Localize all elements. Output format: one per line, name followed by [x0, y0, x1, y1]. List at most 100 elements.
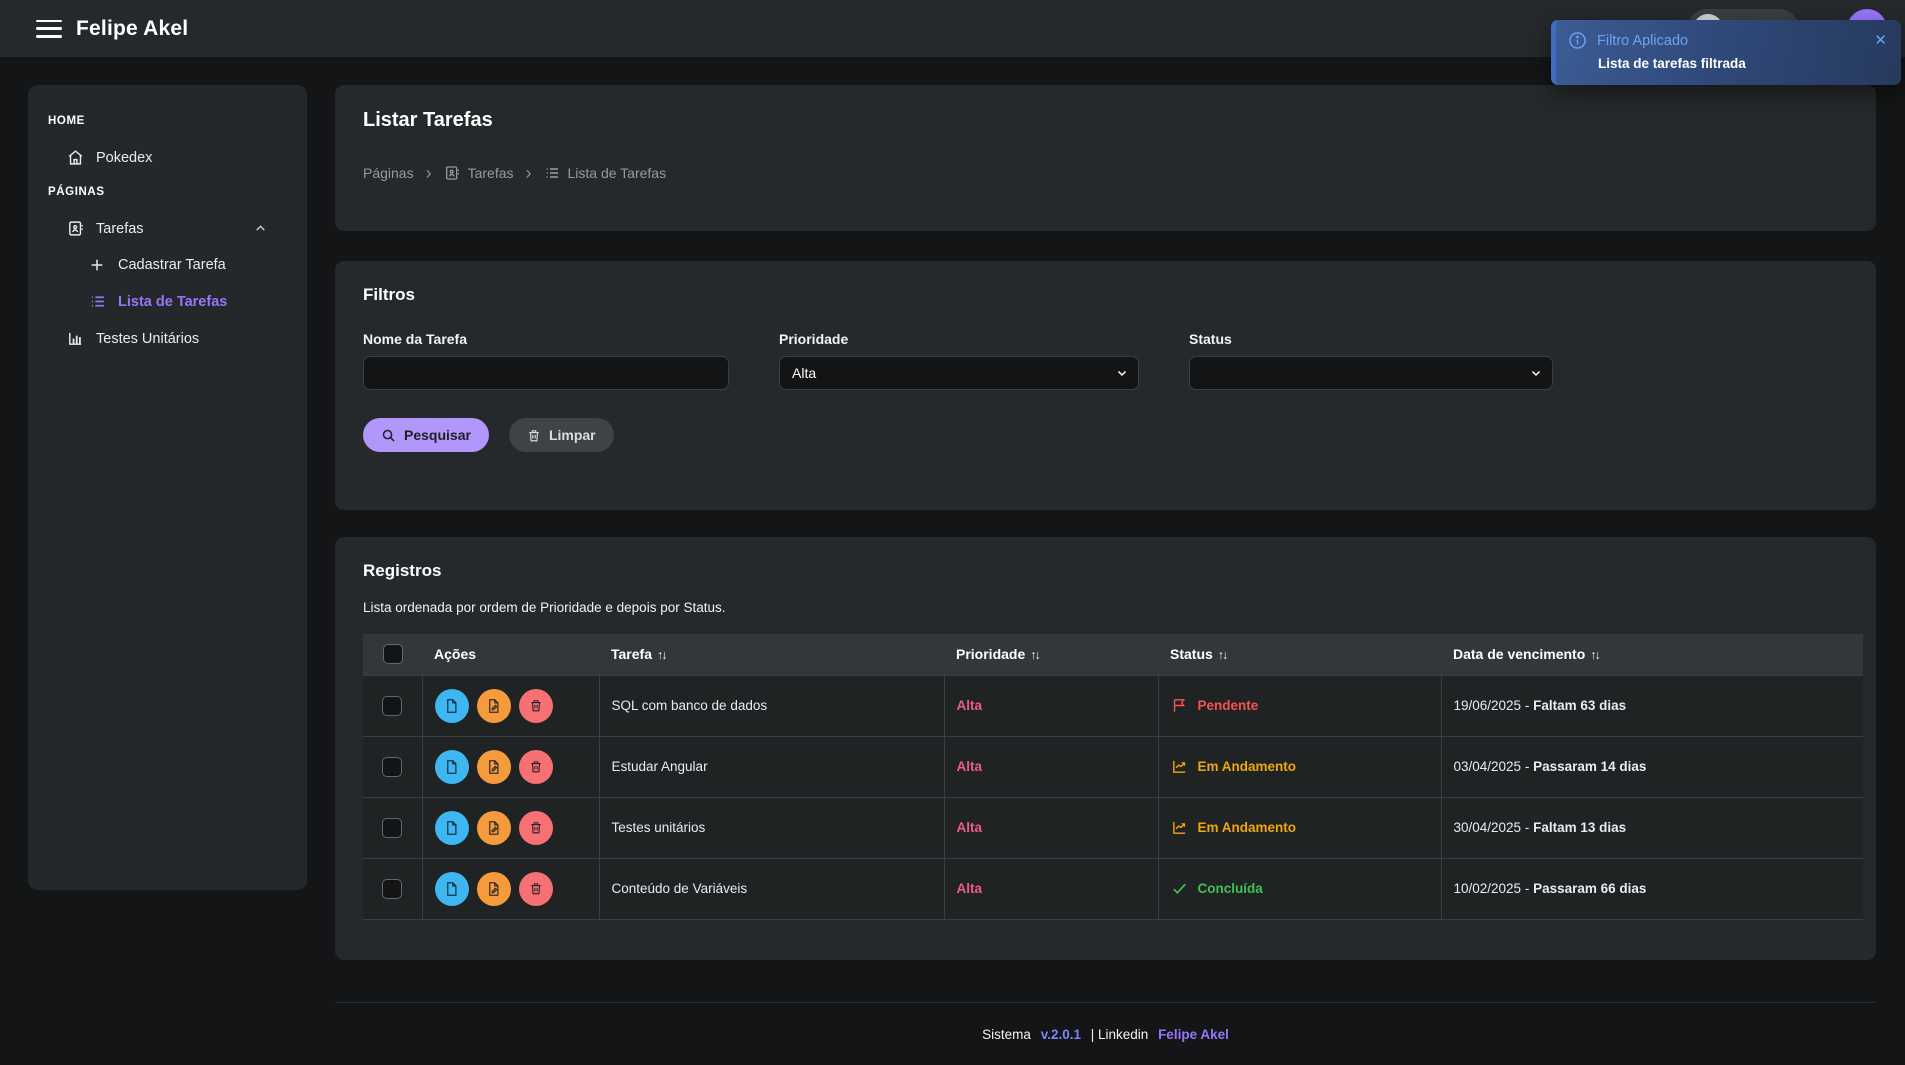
- search-button[interactable]: Pesquisar: [363, 418, 489, 452]
- table-row: SQL com banco de dados Alta Pendente 19/…: [363, 675, 1863, 736]
- file-icon: [444, 759, 459, 775]
- row-checkbox[interactable]: [382, 757, 402, 777]
- task-cell: Testes unitários: [599, 797, 944, 858]
- file-pen-icon: [486, 698, 501, 714]
- check-icon: [1171, 880, 1188, 897]
- view-button[interactable]: [435, 750, 469, 784]
- row-checkbox[interactable]: [382, 879, 402, 899]
- priority-cell: Alta: [944, 858, 1158, 919]
- view-button[interactable]: [435, 872, 469, 906]
- status-cell: Em Andamento: [1171, 758, 1429, 775]
- header-status[interactable]: Status↑↓: [1158, 634, 1441, 675]
- sidebar-item-lista-de-tarefas[interactable]: Lista de Tarefas: [28, 283, 307, 320]
- file-icon: [444, 881, 459, 897]
- sort-icon[interactable]: ↑↓: [657, 648, 666, 662]
- delete-button[interactable]: [519, 811, 553, 845]
- task-name-input[interactable]: [363, 356, 729, 390]
- table-header-row: Ações Tarefa↑↓ Prioridade↑↓ Status↑↓ Dat…: [363, 634, 1863, 675]
- delete-button[interactable]: [519, 689, 553, 723]
- task-name-label: Nome da Tarefa: [363, 331, 729, 347]
- search-icon: [381, 428, 396, 443]
- row-checkbox[interactable]: [382, 696, 402, 716]
- task-cell: SQL com banco de dados: [599, 675, 944, 736]
- status-select[interactable]: [1189, 356, 1553, 390]
- file-icon: [444, 698, 459, 714]
- footer-author-link[interactable]: Felipe Akel: [1158, 1027, 1229, 1042]
- priority-cell: Alta: [944, 797, 1158, 858]
- due-date-cell: 03/04/2025 - Passaram 14 dias: [1441, 736, 1863, 797]
- toast-close-icon[interactable]: ✕: [1874, 33, 1887, 48]
- header-task[interactable]: Tarefa↑↓: [599, 634, 944, 675]
- status-cell: Em Andamento: [1171, 819, 1429, 836]
- hamburger-menu-icon[interactable]: [36, 20, 62, 38]
- breadcrumb-paginas[interactable]: Páginas: [363, 165, 414, 181]
- edit-button[interactable]: [477, 811, 511, 845]
- header-priority[interactable]: Prioridade↑↓: [944, 634, 1158, 675]
- info-icon: [1568, 31, 1587, 50]
- select-all-checkbox[interactable]: [383, 644, 403, 664]
- records-table: Ações Tarefa↑↓ Prioridade↑↓ Status↑↓ Dat…: [363, 634, 1863, 920]
- header-due-date[interactable]: Data de vencimento↑↓: [1441, 634, 1863, 675]
- status-cell: Pendente: [1171, 697, 1429, 714]
- breadcrumb: Páginas › Tarefas › Lista de Tarefas: [363, 164, 1848, 182]
- records-card: Registros Lista ordenada por ordem de Pr…: [335, 537, 1876, 960]
- records-subtitle: Lista ordenada por ordem de Prioridade e…: [363, 600, 1848, 615]
- view-button[interactable]: [435, 811, 469, 845]
- trash-icon: [529, 820, 543, 835]
- task-cell: Estudar Angular: [599, 736, 944, 797]
- chevron-right-icon: ›: [524, 164, 534, 182]
- footer-linkedin-label: | Linkedin: [1091, 1027, 1149, 1042]
- footer: Sistema v.2.0.1 | Linkedin Felipe Akel: [335, 1002, 1876, 1042]
- delete-button[interactable]: [519, 872, 553, 906]
- sidebar-item-testes-unitarios[interactable]: Testes Unitários: [28, 320, 307, 357]
- footer-version: v.2.0.1: [1041, 1027, 1081, 1042]
- records-title: Registros: [363, 561, 1848, 581]
- file-pen-icon: [486, 881, 501, 897]
- table-row: Testes unitários Alta Em Andamento 30/04…: [363, 797, 1863, 858]
- page-header-card: Listar Tarefas Páginas › Tarefas › Lista…: [335, 85, 1876, 231]
- sidebar-item-cadastrar-tarefa[interactable]: Cadastrar Tarefa: [28, 247, 307, 283]
- edit-button[interactable]: [477, 689, 511, 723]
- sidebar-item-pokedex[interactable]: Pokedex: [28, 139, 307, 176]
- breadcrumb-lista-de-tarefas[interactable]: Lista de Tarefas: [544, 165, 667, 181]
- address-book-icon: [444, 165, 460, 181]
- filters-title: Filtros: [363, 285, 1848, 305]
- app-title: Felipe Akel: [76, 17, 188, 41]
- filters-card: Filtros Nome da Tarefa Prioridade Alta: [335, 261, 1876, 510]
- sidebar-item-label: Lista de Tarefas: [118, 294, 227, 310]
- edit-button[interactable]: [477, 872, 511, 906]
- sidebar-item-label: Cadastrar Tarefa: [118, 257, 226, 273]
- edit-button[interactable]: [477, 750, 511, 784]
- address-book-icon: [66, 220, 84, 237]
- search-button-label: Pesquisar: [404, 427, 471, 443]
- plus-icon: [88, 257, 106, 273]
- sort-icon[interactable]: ↑↓: [1590, 648, 1599, 662]
- task-cell: Conteúdo de Variáveis: [599, 858, 944, 919]
- breadcrumb-label: Lista de Tarefas: [568, 165, 667, 181]
- flag-icon: [1171, 697, 1188, 714]
- priority-cell: Alta: [944, 675, 1158, 736]
- breadcrumb-tarefas[interactable]: Tarefas: [444, 165, 514, 181]
- delete-button[interactable]: [519, 750, 553, 784]
- sort-icon[interactable]: ↑↓: [1030, 648, 1039, 662]
- sidebar-section-home: HOME: [28, 105, 307, 139]
- row-checkbox[interactable]: [382, 818, 402, 838]
- list-icon: [88, 293, 106, 310]
- trash-icon: [529, 698, 543, 713]
- view-button[interactable]: [435, 689, 469, 723]
- toast-title: Filtro Aplicado: [1597, 33, 1688, 49]
- home-icon: [66, 149, 84, 166]
- clear-button[interactable]: Limpar: [509, 418, 614, 452]
- sidebar-item-label: Tarefas: [96, 221, 144, 237]
- table-row: Estudar Angular Alta Em Andamento 03/04/…: [363, 736, 1863, 797]
- priority-select[interactable]: Alta: [779, 356, 1139, 390]
- sidebar: HOME Pokedex PÁGINAS Tarefas Cadastrar T…: [28, 85, 307, 890]
- chevron-up-icon[interactable]: [254, 222, 267, 235]
- priority-label: Prioridade: [779, 331, 1139, 347]
- toast-message: Lista de tarefas filtrada: [1598, 56, 1887, 71]
- sort-icon[interactable]: ↑↓: [1218, 648, 1227, 662]
- sidebar-item-tarefas[interactable]: Tarefas: [28, 210, 307, 247]
- trash-icon: [527, 428, 541, 443]
- table-row: Conteúdo de Variáveis Alta Concluída 10/…: [363, 858, 1863, 919]
- trending-up-icon: [1171, 819, 1188, 836]
